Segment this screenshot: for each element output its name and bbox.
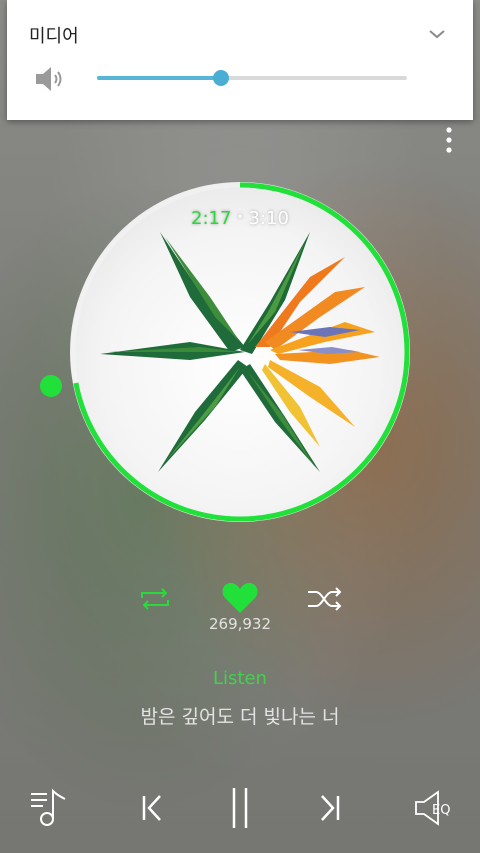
time-readout: 2:17 • 3:10	[70, 208, 410, 229]
repeat-icon[interactable]	[136, 584, 174, 614]
volume-slider[interactable]	[97, 70, 407, 86]
progress-ring[interactable]	[70, 182, 410, 522]
equalizer-label: EQ	[432, 803, 450, 818]
seek-thumb[interactable]	[40, 375, 62, 397]
lyric-line[interactable]: 밤은 깊어도 더 빛나는 너	[0, 702, 480, 729]
equalizer-icon: EQ	[415, 790, 450, 826]
chevron-down-icon[interactable]	[427, 26, 447, 42]
speaker-icon[interactable]	[33, 64, 67, 94]
next-button[interactable]	[303, 782, 357, 834]
playlist-icon	[31, 788, 66, 826]
player-bar: EQ	[0, 782, 480, 838]
total-duration: 3:10	[248, 208, 289, 229]
previous-button[interactable]	[125, 782, 179, 834]
album-art-container[interactable]: 2:17 • 3:10	[70, 182, 410, 522]
playlist-button[interactable]	[22, 782, 76, 834]
pause-button[interactable]	[213, 782, 267, 834]
volume-fill	[97, 76, 221, 80]
volume-thumb[interactable]	[213, 70, 229, 86]
heart-icon[interactable]	[220, 580, 260, 616]
equalizer-button[interactable]: EQ	[408, 782, 468, 834]
playback-options	[0, 580, 480, 620]
volume-panel: 미디어	[7, 0, 473, 120]
pause-icon	[232, 788, 248, 828]
volume-panel-title: 미디어	[29, 26, 79, 47]
more-vertical-icon[interactable]	[438, 126, 460, 154]
time-separator: •	[236, 210, 244, 224]
like-count: 269,932	[208, 615, 272, 633]
lyric-label[interactable]: Listen	[0, 668, 480, 689]
shuffle-icon[interactable]	[306, 584, 344, 614]
elapsed-time: 2:17	[191, 208, 232, 229]
next-icon	[321, 795, 340, 821]
previous-icon	[142, 795, 161, 821]
